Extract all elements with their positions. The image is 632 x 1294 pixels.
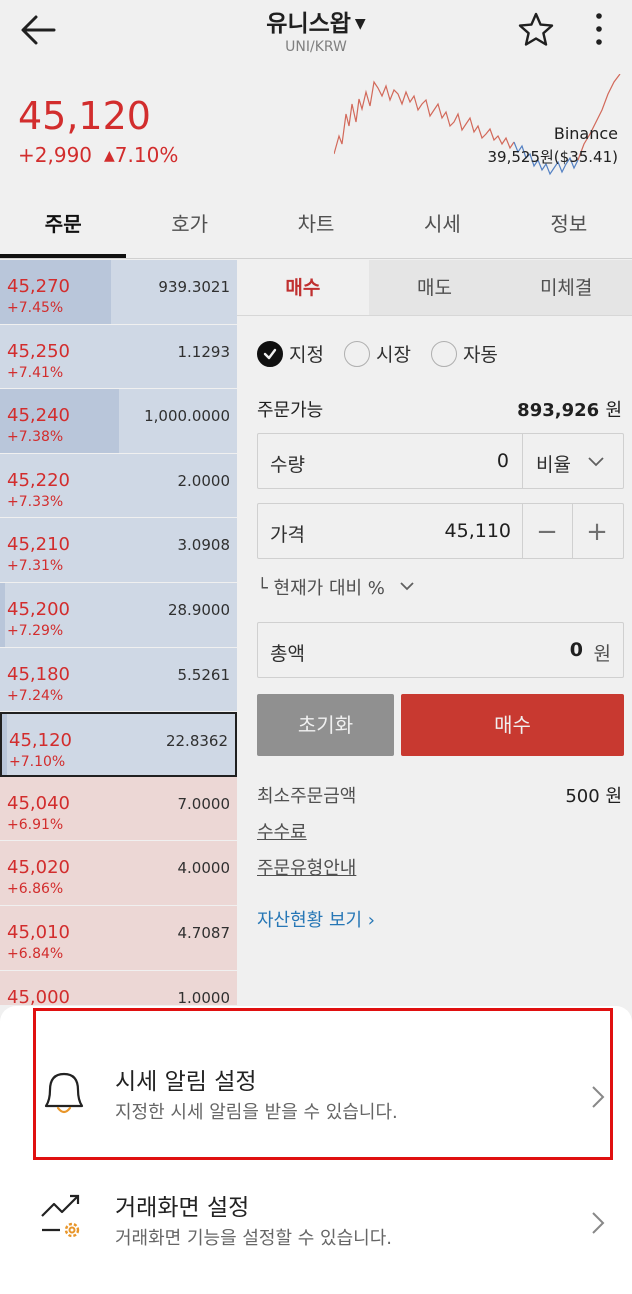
trading-screen-settings-item[interactable]: 거래화면 설정 거래화면 기능을 설정할 수 있습니다. bbox=[0, 1160, 632, 1286]
trading-settings-desc: 거래화면 기능을 설정할 수 있습니다. bbox=[115, 1228, 393, 1249]
chevron-right-icon bbox=[592, 1212, 605, 1234]
trend-gear-icon bbox=[41, 1194, 80, 1238]
trading-settings-title: 거래화면 설정 bbox=[115, 1195, 250, 1221]
highlight-box bbox=[33, 1008, 613, 1160]
